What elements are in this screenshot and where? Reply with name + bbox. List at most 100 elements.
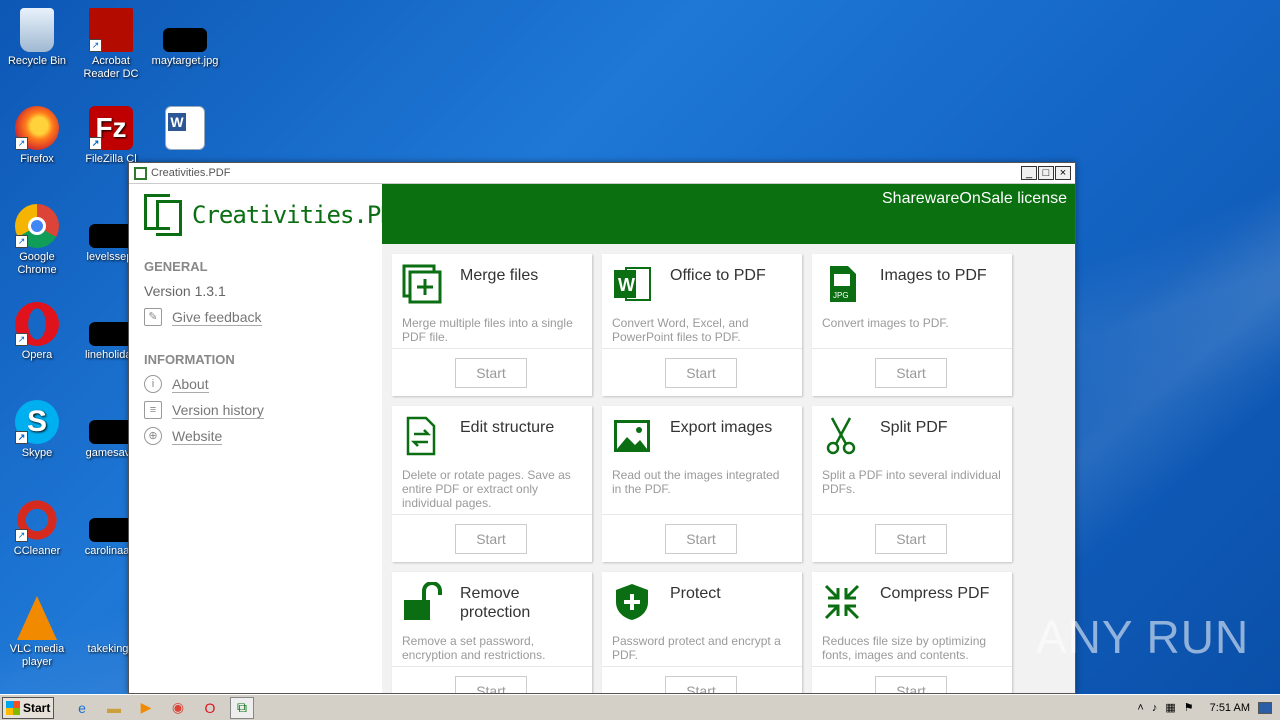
desktop-icon-opera[interactable]: ↗ Opera — [0, 302, 74, 362]
minimize-button[interactable]: _ — [1021, 166, 1037, 180]
tool-description: Reduces file size by optimizing fonts, i… — [822, 634, 987, 662]
ie-icon[interactable]: e — [70, 697, 94, 719]
vlc-icon — [17, 596, 57, 640]
start-button[interactable]: Start — [875, 676, 947, 693]
information-heading: INFORMATION — [144, 352, 235, 367]
tool-card-protect: Protect Password protect and encrypt a PD… — [602, 572, 802, 693]
merge-icon — [402, 264, 442, 304]
tool-title: Split PDF — [880, 419, 948, 436]
tool-description: Convert Word, Excel, and PowerPoint file… — [612, 316, 749, 344]
edit-structure-icon — [406, 416, 436, 456]
document-icon: ≡ — [144, 401, 162, 419]
jpg-icon: JPG — [830, 266, 856, 302]
image-icon — [614, 420, 650, 452]
tool-title: Merge files — [460, 267, 539, 284]
maximize-button[interactable]: □ — [1038, 166, 1054, 180]
tool-description: Merge multiple files into a single PDF f… — [402, 316, 573, 344]
word-icon: W — [614, 267, 651, 301]
network-icon[interactable]: ▦ — [1165, 701, 1175, 714]
desktop-icon-chrome[interactable]: ↗ Google Chrome — [0, 204, 74, 277]
file-icon — [89, 224, 133, 248]
start-button[interactable]: Start — [875, 524, 947, 554]
version-label: Version 1.3.1 — [144, 283, 226, 299]
taskbar: Start e ▬ ▶ ◉ O ⧉ ˄ ♪ ▦ ⚑ 7:51 AM — [0, 694, 1280, 720]
tool-description: Password protect and encrypt a PDF. — [612, 634, 781, 662]
app-logo: Creativities.PDF — [144, 194, 408, 236]
opera-taskbar-icon[interactable]: O — [198, 697, 222, 719]
tool-card-split-pdf: Split PDF Split a PDF into several indivi… — [812, 406, 1012, 562]
tool-description: Convert images to PDF. — [822, 316, 949, 330]
globe-icon: ⊕ — [144, 427, 162, 445]
desktop-icon-word-doc[interactable]: W — [148, 106, 222, 153]
tool-title: Export images — [670, 419, 773, 436]
file-icon — [89, 518, 133, 542]
start-button[interactable]: Start — [665, 676, 737, 693]
file-icon — [89, 322, 133, 346]
acrobat-icon: ↗ — [89, 8, 133, 52]
tool-title: Remove protection — [460, 585, 531, 621]
clock[interactable]: 7:51 AM — [1210, 702, 1250, 714]
website-link[interactable]: ⊕ Website — [144, 427, 223, 445]
system-tray: ˄ ♪ ▦ ⚑ 7:51 AM — [1137, 695, 1280, 720]
desktop-icon-maytarget[interactable]: maytarget.jpg — [148, 8, 222, 68]
start-button[interactable]: Start — [875, 358, 947, 388]
desktop-icon-ccleaner[interactable]: ↗ CCleaner — [0, 498, 74, 558]
ccleaner-icon: ↗ — [15, 498, 59, 542]
creativities-taskbar-button[interactable]: ⧉ — [230, 696, 254, 719]
close-button[interactable]: × — [1055, 166, 1071, 180]
tool-card-merge-files: Merge files Merge multiple files into a s… — [392, 254, 592, 396]
title-bar[interactable]: Creativities.PDF _ □ × — [129, 163, 1075, 184]
desktop-icon-skype[interactable]: S ↗ Skype — [0, 400, 74, 460]
compress-icon — [824, 584, 860, 620]
tool-card-export-images: Export images Read out the images integra… — [602, 406, 802, 562]
chrome-taskbar-icon[interactable]: ◉ — [166, 697, 190, 719]
file-icon — [89, 420, 133, 444]
tool-card-edit-structure: Edit structure Delete or rotate pages. Sa… — [392, 406, 592, 562]
tool-title: Edit structure — [460, 419, 555, 436]
start-button[interactable]: Start — [455, 676, 527, 693]
about-link[interactable]: i About — [144, 375, 209, 393]
svg-text:W: W — [618, 275, 635, 295]
info-icon: i — [144, 375, 162, 393]
give-feedback-link[interactable]: ✎ Give feedback — [144, 308, 262, 326]
explorer-icon[interactable]: ▬ — [102, 697, 126, 719]
app-small-icon — [134, 167, 147, 180]
media-player-icon[interactable]: ▶ — [134, 697, 158, 719]
svg-text:JPG: JPG — [833, 291, 849, 300]
tool-card-remove-protection: Remove protection Remove a set password, … — [392, 572, 592, 693]
desktop-icon-firefox[interactable]: ↗ Firefox — [0, 106, 74, 166]
tool-title: Office to PDF — [670, 267, 766, 284]
chevron-up-icon[interactable]: ˄ — [1137, 702, 1143, 714]
sidebar: Creativities.PDF GENERAL Version 1.3.1 ✎… — [130, 184, 408, 693]
tools-grid: Merge files Merge multiple files into a s… — [382, 244, 1075, 693]
show-desktop-icon[interactable] — [1258, 701, 1272, 714]
start-button[interactable]: Start — [2, 696, 54, 719]
file-icon — [89, 596, 133, 640]
tool-title: Protect — [670, 585, 721, 602]
start-button[interactable]: Start — [455, 358, 527, 388]
window-title: Creativities.PDF — [151, 167, 231, 179]
unlock-icon — [404, 582, 442, 620]
tool-card-images-to-pdf: JPG Images to PDF Convert images to PDF. St… — [812, 254, 1012, 396]
tool-title: Compress PDF — [880, 585, 990, 602]
desktop-icon-vlc[interactable]: VLC media player — [0, 596, 74, 669]
license-banner: SharewareOnSale license — [382, 184, 1075, 244]
skype-icon: S ↗ — [15, 400, 59, 444]
volume-icon[interactable]: ♪ — [1152, 702, 1158, 714]
image-file-icon — [163, 28, 207, 52]
version-history-link[interactable]: ≡ Version history — [144, 401, 264, 419]
recycle-bin-icon — [20, 8, 54, 52]
tool-description: Delete or rotate pages. Save as entire P… — [402, 468, 571, 510]
desktop-icon-recycle-bin[interactable]: Recycle Bin — [0, 8, 74, 68]
anyrun-watermark: ANY RUN — [1036, 611, 1250, 663]
desktop-icon-acrobat[interactable]: ↗ Acrobat Reader DC — [74, 8, 148, 81]
start-button[interactable]: Start — [665, 524, 737, 554]
desktop-icon-filezilla[interactable]: Fz ↗ FileZilla Cl — [74, 106, 148, 166]
start-button[interactable]: Start — [455, 524, 527, 554]
flag-icon[interactable]: ⚑ — [1184, 701, 1194, 714]
firefox-icon: ↗ — [15, 106, 59, 150]
filezilla-icon: Fz ↗ — [89, 106, 133, 150]
start-button[interactable]: Start — [665, 358, 737, 388]
license-text: SharewareOnSale license — [882, 190, 1067, 207]
tool-description: Read out the images integrated in the PD… — [612, 468, 780, 496]
